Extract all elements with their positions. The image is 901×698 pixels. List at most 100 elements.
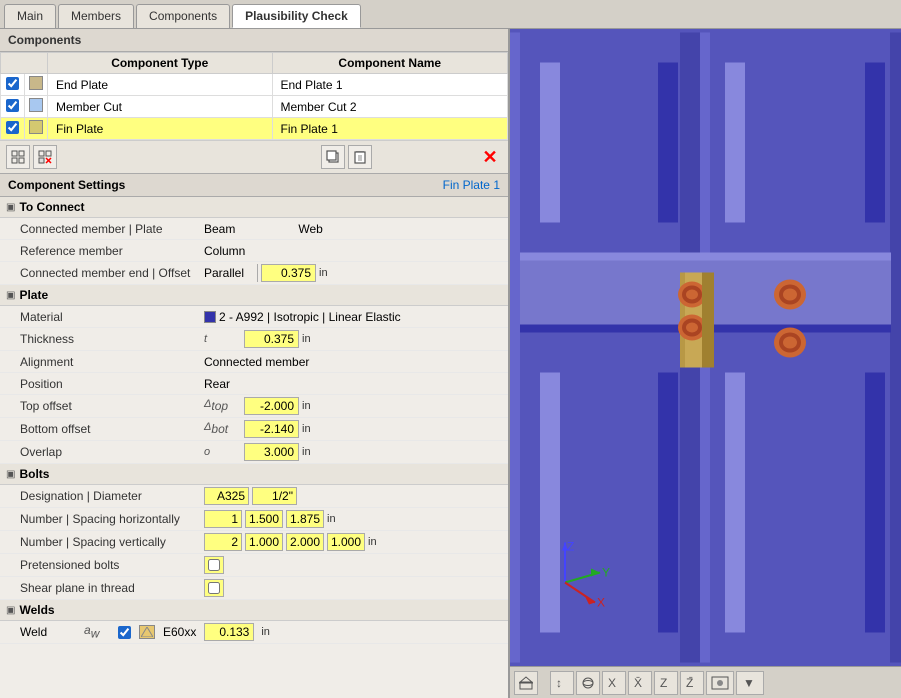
label-thickness: Thickness xyxy=(0,330,200,348)
input-bolt-space-v1[interactable] xyxy=(245,533,283,551)
label-connected-member: Connected member | Plate xyxy=(0,220,200,238)
table-row[interactable]: End PlateEnd Plate 1 xyxy=(1,74,508,96)
checkbox-shear-plane[interactable] xyxy=(208,582,220,594)
input-weld-size[interactable] xyxy=(204,623,254,641)
label-top-offset: Top offset xyxy=(0,397,200,415)
row-reference-member: Reference member Column xyxy=(0,240,508,262)
label-bolt-spacing-v: Number | Spacing vertically xyxy=(0,533,200,551)
material-swatch xyxy=(204,311,216,323)
view-btn-rotate1[interactable]: ↕ xyxy=(550,671,574,695)
row-checkbox-2[interactable] xyxy=(6,121,19,134)
input-bolt-space-h1[interactable] xyxy=(245,510,283,528)
unit-thickness: in xyxy=(302,333,311,345)
view-btn-render[interactable] xyxy=(706,671,734,695)
val-beam: Beam xyxy=(204,222,235,236)
input-bottom-offset[interactable] xyxy=(244,420,299,438)
settings-section: Component Settings Fin Plate 1 ▣ To Conn… xyxy=(0,174,508,698)
row-checkbox-1[interactable] xyxy=(6,99,19,112)
row-alignment: Alignment Connected member xyxy=(0,351,508,373)
value-pretensioned xyxy=(200,554,228,576)
label-shear-plane: Shear plane in thread xyxy=(0,579,200,597)
unit-offset: in xyxy=(319,267,328,279)
remove-component-btn[interactable] xyxy=(33,145,57,169)
svg-text:▼: ▼ xyxy=(743,676,755,690)
label-bolt-designation: Designation | Diameter xyxy=(0,487,200,505)
value-bolt-spacing-v: in xyxy=(200,531,381,553)
row-type-2: Fin Plate xyxy=(48,118,273,140)
symbol-thickness: t xyxy=(200,333,240,345)
collapse-icon-plate: ▣ xyxy=(6,290,15,301)
value-bolt-designation xyxy=(200,485,301,507)
row-checkbox-0[interactable] xyxy=(6,77,19,90)
components-table: Component Type Component Name End PlateE… xyxy=(0,52,508,140)
val-column: Column xyxy=(204,244,245,258)
val-weld-spec: E60xx xyxy=(163,625,196,639)
add-component-btn[interactable] xyxy=(6,145,30,169)
row-bolt-spacing-v: Number | Spacing vertically in xyxy=(0,531,508,554)
group-bolts[interactable]: ▣ Bolts xyxy=(0,464,508,485)
table-row[interactable]: Member CutMember Cut 2 xyxy=(1,96,508,118)
label-alignment: Alignment xyxy=(0,353,200,371)
group-label-bolts: Bolts xyxy=(19,467,49,481)
label-bolt-spacing-h: Number | Spacing horizontally xyxy=(0,510,200,528)
tab-plausibility[interactable]: Plausibility Check xyxy=(232,4,361,28)
val-material: 2 - A992 | Isotropic | Linear Elastic xyxy=(219,310,401,324)
input-bolt-num-h[interactable] xyxy=(204,510,242,528)
unit-weld: in xyxy=(261,626,270,638)
tab-components[interactable]: Components xyxy=(136,4,230,28)
input-bolt-designation[interactable] xyxy=(204,487,249,505)
input-bolt-space-v2[interactable] xyxy=(286,533,324,551)
group-plate[interactable]: ▣ Plate xyxy=(0,285,508,306)
row-bolt-designation: Designation | Diameter xyxy=(0,485,508,508)
row-icon-0 xyxy=(29,76,43,90)
row-connected-member: Connected member | Plate Beam Web xyxy=(0,218,508,240)
row-icon-1 xyxy=(29,98,43,112)
input-offset[interactable] xyxy=(261,264,316,282)
view-btn-x[interactable]: X xyxy=(602,671,626,695)
row-icon-2 xyxy=(29,120,43,134)
components-section: Components Component Type Component Name… xyxy=(0,29,508,174)
checkbox-weld-enable[interactable] xyxy=(118,626,131,639)
value-reference-member: Column xyxy=(200,242,508,260)
row-member-end: Connected member end | Offset Parallel i… xyxy=(0,262,508,285)
group-label-welds: Welds xyxy=(19,603,54,617)
value-top-offset: in xyxy=(240,395,508,417)
val-web: Web xyxy=(298,222,322,236)
val-position: Rear xyxy=(204,377,230,391)
view-btn-y[interactable]: Z xyxy=(654,671,678,695)
input-bolt-num-v[interactable] xyxy=(204,533,242,551)
view-btn-xi[interactable]: X̄ xyxy=(628,671,652,695)
unit-overlap: in xyxy=(302,446,311,458)
view-btn-more[interactable]: ▼ xyxy=(736,671,764,695)
label-member-end: Connected member end | Offset xyxy=(0,264,200,282)
input-thickness[interactable] xyxy=(244,330,299,348)
view-btn-orbit[interactable] xyxy=(576,671,600,695)
input-bolt-diameter[interactable] xyxy=(252,487,297,505)
row-thickness: Thickness t in xyxy=(0,328,508,351)
row-name-0: End Plate 1 xyxy=(272,74,508,96)
collapse-icon-bolts: ▣ xyxy=(6,469,15,480)
input-bolt-space-h2[interactable] xyxy=(286,510,324,528)
3d-view: Z Y X xyxy=(510,29,901,666)
group-to-connect[interactable]: ▣ To Connect xyxy=(0,197,508,218)
input-bolt-space-v3[interactable] xyxy=(327,533,365,551)
paste-component-btn[interactable] xyxy=(348,145,372,169)
view-btn-home[interactable] xyxy=(514,671,538,695)
row-name-1: Member Cut 2 xyxy=(272,96,508,118)
row-pretensioned: Pretensioned bolts xyxy=(0,554,508,577)
view-toolbar: ↕ X X̄ Z Z̄ ▼ xyxy=(510,666,901,698)
close-component-btn[interactable]: ✕ xyxy=(478,145,502,169)
checkbox-pretensioned[interactable] xyxy=(208,559,220,571)
tab-members[interactable]: Members xyxy=(58,4,134,28)
row-weld: Weld aw E60xx in xyxy=(0,621,508,644)
input-overlap[interactable] xyxy=(244,443,299,461)
group-label-connect: To Connect xyxy=(19,200,84,214)
value-bolt-spacing-h: in xyxy=(200,508,340,530)
group-welds[interactable]: ▣ Welds xyxy=(0,600,508,621)
tab-main[interactable]: Main xyxy=(4,4,56,28)
copy-component-btn[interactable] xyxy=(321,145,345,169)
table-row[interactable]: Fin PlateFin Plate 1 xyxy=(1,118,508,140)
symbol-weld: aw xyxy=(84,623,114,640)
view-btn-yi[interactable]: Z̄ xyxy=(680,671,704,695)
input-top-offset[interactable] xyxy=(244,397,299,415)
